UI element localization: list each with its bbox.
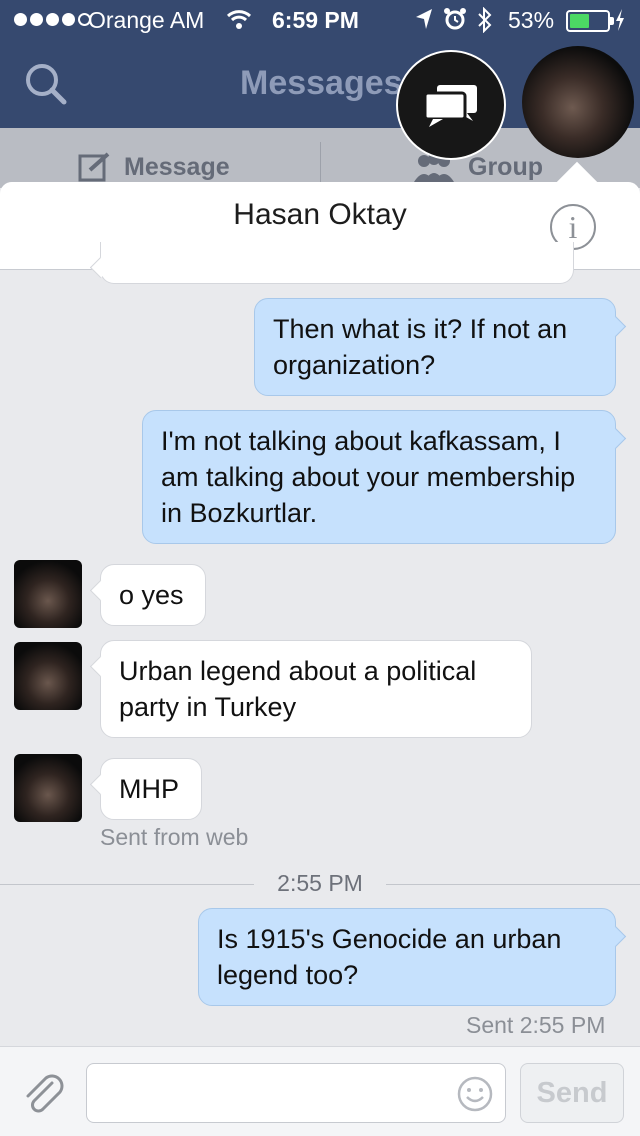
new-message-button[interactable]: Message xyxy=(78,152,230,182)
message-input[interactable] xyxy=(86,1063,506,1123)
location-arrow-icon xyxy=(416,9,432,29)
sent-from-web-label: Sent from web xyxy=(100,824,249,850)
message-bubble-incoming: Urban legend about a political party in … xyxy=(100,640,532,738)
compose-icon xyxy=(78,152,110,182)
message-bubble-outgoing: I'm not talking about kafkassam, I am ta… xyxy=(142,410,616,544)
time-divider: 2:55 PM xyxy=(0,870,640,900)
message-bubble-outgoing: Is 1915's Genocide an urban legend too? xyxy=(198,908,616,1006)
contact-avatar[interactable] xyxy=(14,560,82,628)
wifi-icon xyxy=(226,10,252,29)
search-icon[interactable] xyxy=(24,62,68,106)
message-bubble-partial xyxy=(100,242,574,284)
battery-percentage: 53% xyxy=(508,7,555,33)
message-bubble-incoming: MHP xyxy=(100,758,202,820)
message-bubble-outgoing: Then what is it? If not an organization? xyxy=(254,298,616,396)
charging-icon xyxy=(616,9,624,31)
send-button[interactable]: Send xyxy=(520,1063,624,1123)
new-message-label: Message xyxy=(124,152,230,181)
alarm-clock-icon xyxy=(444,8,466,30)
status-bar: Orange AM 6:59 PM 53% xyxy=(0,0,640,40)
chat-heads-button[interactable] xyxy=(396,50,506,160)
signal-strength-icon xyxy=(14,13,91,26)
contact-avatar[interactable] xyxy=(14,754,82,822)
sent-time-label: Sent 2:55 PM xyxy=(466,1012,606,1038)
conversation-panel: Hasan Oktay on mobile i Then what is it?… xyxy=(0,182,640,1136)
attachment-paperclip-icon[interactable] xyxy=(22,1073,68,1119)
page-title: Messages xyxy=(240,64,403,102)
message-composer: Send xyxy=(0,1046,640,1136)
message-bubble-incoming: o yes xyxy=(100,564,206,626)
contact-chat-head-avatar[interactable] xyxy=(522,46,634,158)
new-group-label: Group xyxy=(468,152,543,181)
contact-avatar[interactable] xyxy=(14,642,82,710)
chat-bubbles-icon xyxy=(423,85,477,127)
toolbar-divider xyxy=(320,142,321,182)
carrier-label: Orange AM xyxy=(88,7,205,33)
contact-name: Hasan Oktay xyxy=(233,198,407,231)
emoji-icon[interactable] xyxy=(456,1075,494,1113)
battery-icon xyxy=(566,10,614,32)
clock: 6:59 PM xyxy=(272,7,359,33)
bluetooth-icon xyxy=(478,7,492,33)
